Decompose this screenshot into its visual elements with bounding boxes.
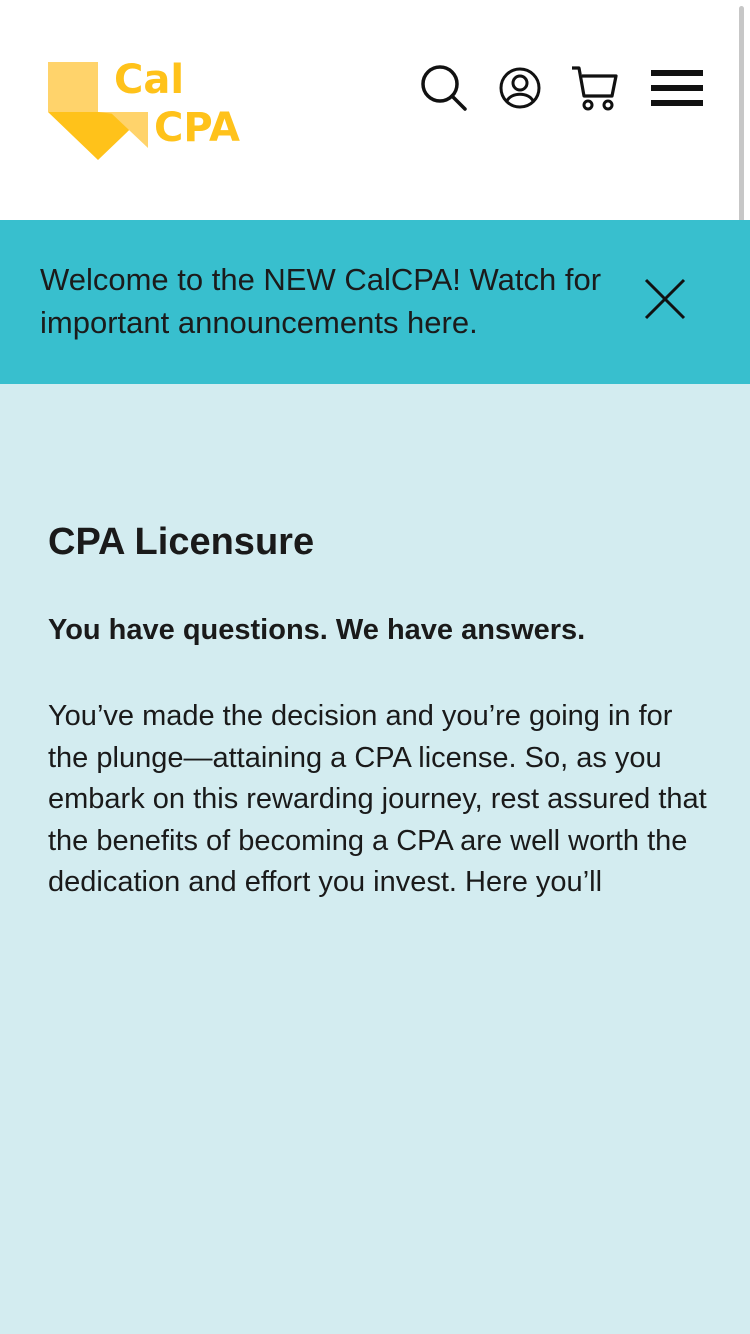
- logo-text-cal: Cal: [114, 57, 185, 103]
- announcement-text: Welcome to the NEW CalCPA! Watch for imp…: [40, 262, 602, 340]
- calcpa-logo[interactable]: Cal CPA: [48, 58, 258, 162]
- cart-icon[interactable]: [568, 62, 620, 114]
- page-scrollbar[interactable]: [739, 6, 744, 236]
- site-header: Cal CPA: [0, 0, 750, 236]
- intro-paragraph: You’ve made the decision and you’re goin…: [48, 700, 707, 898]
- close-icon: [644, 278, 686, 320]
- logo-text-cpa: CPA: [154, 105, 240, 151]
- search-icon[interactable]: [418, 62, 470, 114]
- main-content: CPA Licensure You have questions. We hav…: [48, 520, 708, 904]
- account-icon[interactable]: [494, 62, 546, 114]
- menu-icon[interactable]: [650, 62, 704, 114]
- announcement-banner: Welcome to the NEW CalCPA! Watch for imp…: [0, 220, 750, 384]
- close-banner-button[interactable]: [640, 274, 690, 324]
- page-title: CPA Licensure: [48, 521, 315, 563]
- page-subheading: You have questions. We have answers.: [48, 614, 586, 646]
